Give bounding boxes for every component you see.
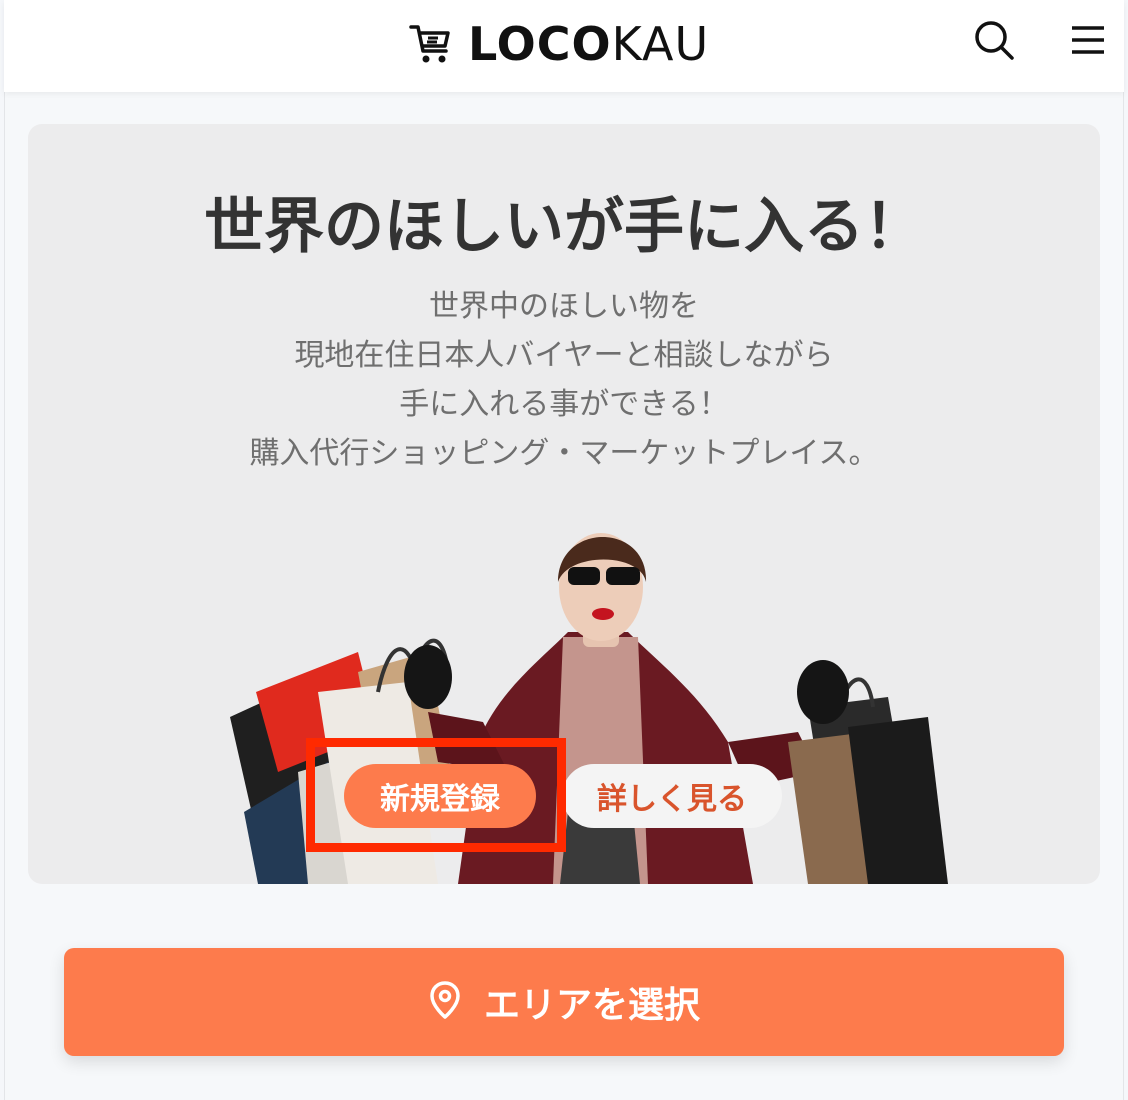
hero-description-line: 現地在住日本人バイヤーと相談しながら [294,338,834,373]
map-pin-icon [428,980,462,1024]
hero-banner: 世界のほしいが手に入る！ 世界中のほしい物を 現地在住日本人バイヤーと相談しなが… [28,124,1100,884]
logo-text: LOCOKAU [468,17,710,71]
search-icon[interactable] [970,16,1020,66]
cart-icon [408,21,454,67]
site-logo[interactable]: LOCOKAU [408,18,709,70]
hero-title: 世界のほしいが手に入る！ [204,192,924,262]
hero-description-line: 手に入れる事ができる！ [399,387,729,422]
hero-description-line: 世界中のほしい物を [429,289,699,324]
site-header: LOCOKAU [4,0,1124,92]
hamburger-menu-icon[interactable] [1066,18,1110,62]
hero-description: 世界中のほしい物を 現地在住日本人バイヤーと相談しながら 手に入れる事ができる！… [28,282,1100,478]
learn-more-button[interactable]: 詳しく見る [562,764,782,828]
register-button[interactable]: 新規登録 [344,764,536,828]
select-area-button[interactable]: エリアを選択 [64,948,1064,1056]
hero-description-line: 購入代行ショッピング・マーケットプレイス。 [249,436,879,471]
select-area-label: エリアを選択 [483,985,700,1026]
hero-shopping-woman-image [230,533,948,884]
